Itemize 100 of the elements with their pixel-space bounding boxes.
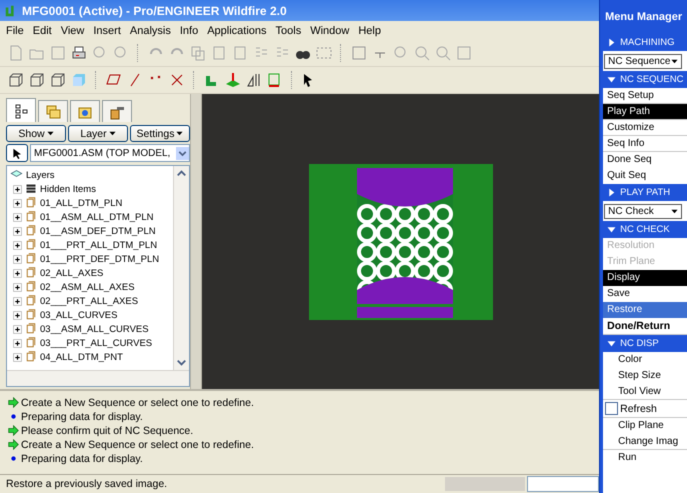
menu-bar-item[interactable]: Info [176, 24, 202, 36]
panel-tab[interactable] [102, 100, 132, 122]
panel-dropdown-button[interactable]: Show [6, 125, 66, 142]
tree-item[interactable]: 04_ALL_DTM_PNT [40, 352, 123, 362]
layer-icon [24, 267, 38, 279]
menu-item[interactable]: Display [603, 270, 687, 286]
tree-item[interactable]: 01___PRT_DEF_DTM_PLN [40, 254, 160, 264]
window-title: MFG0001 (Active) - Pro/ENGINEER Wildfire 2.0 [22, 4, 287, 18]
expand-icon[interactable] [13, 338, 22, 348]
menu-section-header[interactable]: MACHINING [603, 34, 687, 51]
expand-icon[interactable] [13, 226, 22, 236]
menu-item[interactable]: Play Path [603, 104, 687, 120]
tree-item[interactable]: 01___PRT_ALL_DTM_PLN [40, 240, 158, 250]
model-select[interactable]: MFG0001.ASM (TOP MODEL, [30, 144, 190, 162]
arrow-icon [8, 439, 19, 450]
menu-section-header[interactable]: NC CHECK [603, 221, 687, 238]
panel-tab[interactable] [6, 98, 36, 122]
caret-icon [46, 130, 54, 137]
tree-item[interactable]: Layers [26, 170, 55, 180]
stack-icon [24, 183, 38, 195]
expand-icon[interactable] [13, 198, 22, 208]
no-hidden-cube-icon[interactable] [50, 72, 66, 88]
menu-manager-title: Menu Manager [605, 11, 682, 23]
caret-icon [671, 58, 678, 64]
caret-icon [671, 208, 678, 214]
checkbox[interactable] [605, 402, 618, 415]
filter-field[interactable] [527, 476, 600, 492]
menu-section-header[interactable]: NC SEQUENC [603, 71, 687, 88]
hidden-line-cube-icon[interactable] [29, 72, 45, 88]
triangle-down-icon [607, 225, 616, 234]
tree-item[interactable]: 02___PRT_ALL_AXES [40, 296, 138, 306]
done-return-item[interactable]: Done/Return [603, 318, 687, 335]
menu-bar-item[interactable]: Edit [28, 24, 56, 36]
caret-icon [108, 130, 116, 137]
arrow-icon [8, 397, 19, 408]
menu-bar-item[interactable]: Insert [89, 24, 125, 36]
panel-dropdown-button[interactable]: Settings [130, 125, 190, 142]
triangle-right-icon [607, 188, 616, 197]
menu-item[interactable]: Tool View [603, 384, 687, 400]
expand-icon[interactable] [13, 324, 22, 334]
horizontal-scrollbar[interactable] [7, 370, 189, 386]
menu-bar-item[interactable]: Window [306, 24, 354, 36]
triangle-right-icon [607, 38, 616, 47]
menu-bar-item[interactable]: Tools [272, 24, 306, 36]
menu-bar-item[interactable]: Applications [203, 24, 271, 36]
expand-icon[interactable] [13, 282, 22, 292]
expand-icon[interactable] [13, 254, 22, 264]
layer-icon [24, 197, 38, 209]
menu-section-header[interactable]: PLAY PATH [603, 184, 687, 201]
selection-box-icon[interactable] [316, 45, 332, 61]
layer-icon [24, 351, 38, 363]
arrow-icon [8, 425, 19, 436]
tree-item[interactable]: 02__ASM_ALL_AXES [40, 282, 135, 292]
menu-item[interactable]: Change Imag [603, 434, 687, 450]
layer-icon [24, 323, 38, 335]
menu-item[interactable]: Seq Setup [603, 88, 687, 104]
menu-bar-item[interactable]: File [2, 24, 28, 36]
tree-item[interactable]: 01__ASM_DEF_DTM_PLN [40, 226, 156, 236]
triangle-down-icon [607, 75, 616, 84]
status-text: Restore a previously saved image. [6, 478, 168, 490]
message-text: Create a New Sequence or select one to redefine. [21, 438, 254, 450]
coordinate-system-icon[interactable] [169, 72, 185, 88]
expand-icon[interactable] [13, 184, 22, 194]
expand-icon[interactable] [13, 310, 22, 320]
folders-icon [45, 104, 61, 120]
layer-icon [24, 253, 38, 265]
caret-icon [176, 130, 184, 137]
menu-bar-item[interactable]: Help [354, 24, 385, 36]
menu-item[interactable]: Restore [603, 302, 687, 318]
tree-item[interactable]: 02_ALL_AXES [40, 268, 104, 278]
tree-item[interactable]: 03_ALL_CURVES [40, 310, 118, 320]
expand-icon[interactable] [13, 352, 22, 362]
expand-icon[interactable] [13, 240, 22, 250]
tree-item[interactable]: 01_ALL_DTM_PLN [40, 198, 122, 208]
triangle-down-icon [607, 339, 616, 348]
message-text: Preparing data for display. [21, 452, 143, 464]
wireframe-cube-icon[interactable] [8, 72, 24, 88]
layer-icon [24, 295, 38, 307]
expand-icon[interactable] [13, 296, 22, 306]
tree-item[interactable]: 03___PRT_ALL_CURVES [40, 338, 152, 348]
expand-icon[interactable] [13, 268, 22, 278]
menu-dropdown[interactable]: NC Check [604, 204, 682, 218]
tree-item[interactable]: 03__ASM_ALL_CURVES [40, 324, 149, 334]
layer-icon [24, 337, 38, 349]
tree-item[interactable]: 01__ASM_ALL_DTM_PLN [40, 212, 154, 222]
scrollbar[interactable] [173, 166, 189, 370]
menu-item[interactable]: Customize [603, 120, 687, 136]
menu-dropdown[interactable]: NC Sequence [604, 54, 682, 68]
chevron-down-icon [176, 146, 189, 160]
printer-icon[interactable] [71, 45, 87, 61]
layer-icon [24, 211, 38, 223]
menu-item[interactable]: Seq Info [603, 136, 687, 152]
panel-dropdown-button[interactable]: Layer [68, 125, 128, 142]
menu-section-header[interactable]: NC DISP [603, 335, 687, 352]
select-pointer-button[interactable] [6, 144, 28, 162]
expand-icon[interactable] [13, 212, 22, 222]
menu-bar-item[interactable]: Analysis [126, 24, 175, 36]
tree-item[interactable]: Hidden Items [40, 184, 96, 194]
menu-bar-item[interactable]: View [56, 24, 88, 36]
pointer-icon [12, 148, 22, 158]
